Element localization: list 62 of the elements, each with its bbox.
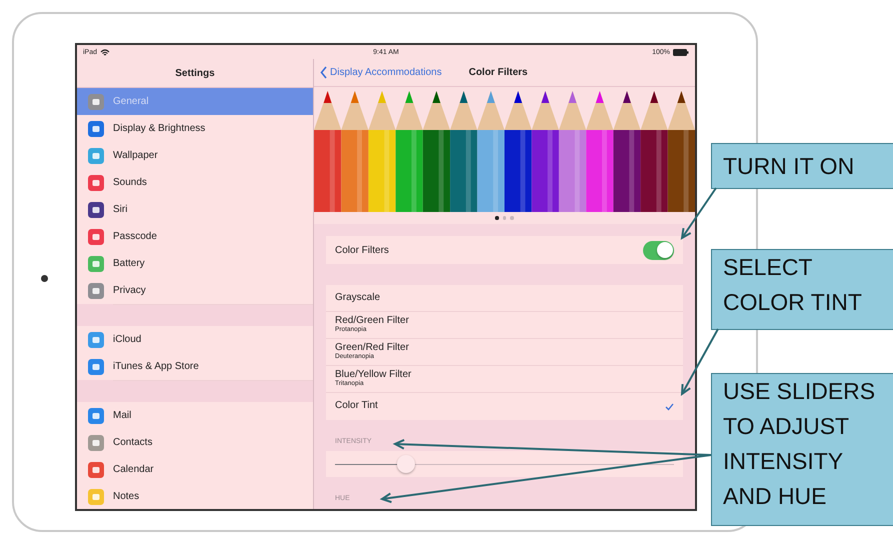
cell-label: Color Filters — [335, 244, 389, 256]
item-label: iTunes & App Store — [113, 360, 199, 372]
app-tile-icon — [88, 408, 104, 424]
item-label: Wallpaper — [113, 150, 158, 160]
sidebar-item[interactable]: Privacy — [77, 277, 313, 304]
item-label: Passcode — [113, 230, 157, 242]
filter-option[interactable]: Color Tint — [326, 393, 683, 420]
sidebar-item[interactable]: Passcode — [77, 223, 313, 250]
app-tile-icon — [88, 94, 104, 110]
sidebar-item[interactable]: Display & Brightness — [77, 115, 313, 142]
slider-thumb[interactable] — [397, 455, 416, 473]
item-label: Display & Brightness — [113, 122, 206, 134]
camera-dot — [41, 275, 48, 282]
item-label: Contacts — [113, 436, 152, 448]
arrow — [680, 328, 719, 396]
app-tile-icon — [88, 434, 104, 450]
app-tile-icon — [88, 256, 104, 272]
callout-box: TURN IT ON — [711, 143, 893, 189]
sidebar-item[interactable]: iCloud — [77, 326, 313, 353]
page-dot[interactable] — [502, 216, 506, 220]
app-tile-icon — [88, 488, 104, 504]
page-dot[interactable] — [495, 216, 499, 220]
item-label: Privacy — [113, 284, 146, 296]
app-tile-icon — [88, 332, 104, 348]
sidebar-item[interactable]: Notes — [77, 483, 313, 509]
wifi-icon — [100, 48, 110, 56]
callout-box: USE SLIDERS TO ADJUST INTENSITY AND HUE — [711, 373, 893, 526]
page-dot[interactable] — [510, 216, 514, 220]
item-label: iCloud — [113, 334, 142, 344]
app-tile-icon — [88, 148, 104, 164]
app-tile-icon — [88, 228, 104, 244]
battery-icon — [673, 48, 689, 56]
sidebar-item[interactable]: Battery — [77, 250, 313, 277]
checkmark-icon — [665, 402, 674, 410]
app-tile-icon — [88, 358, 104, 374]
app-tile-icon — [88, 282, 104, 298]
item-label: General — [113, 96, 149, 106]
app-tile-icon — [88, 202, 104, 218]
arrow — [680, 187, 717, 240]
item-label: Mail — [113, 410, 132, 420]
sidebar-item[interactable]: Siri — [77, 196, 313, 223]
item-label: Calendar — [113, 464, 154, 474]
app-tile-icon — [88, 120, 104, 136]
toggle-switch[interactable] — [643, 240, 674, 260]
page-title: Color Filters — [468, 67, 528, 78]
sidebar-item[interactable]: Sounds — [77, 169, 313, 196]
sidebar-title: Settings — [77, 59, 313, 88]
item-label: Sounds — [113, 176, 147, 188]
item-label: Notes — [113, 490, 140, 502]
filter-option[interactable]: Grayscale — [326, 285, 683, 312]
sidebar-item[interactable]: Wallpaper — [77, 142, 313, 169]
item-label: Siri — [113, 204, 128, 214]
app-tile-icon — [88, 462, 104, 478]
sidebar-item[interactable]: iTunes & App Store — [77, 353, 313, 380]
sidebar-item[interactable]: Contacts — [77, 429, 313, 456]
callout-box: SELECT COLOR TINT — [711, 249, 893, 330]
back-chevron-icon — [320, 66, 327, 79]
app-tile-icon — [88, 174, 104, 190]
item-label: Battery — [113, 258, 145, 268]
sidebar-item[interactable]: Mail — [77, 402, 313, 429]
sidebar-item[interactable]: Calendar — [77, 456, 313, 483]
back-link[interactable]: Display Accommodations — [314, 66, 442, 79]
